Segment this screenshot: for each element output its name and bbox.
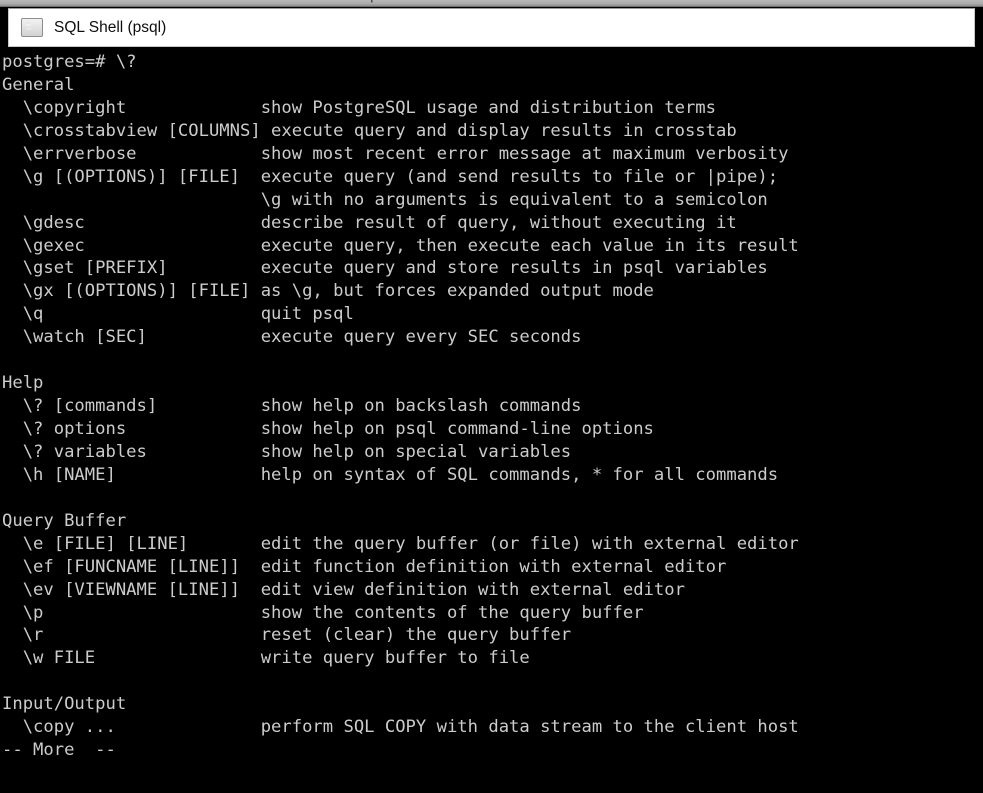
menu-item-tools[interactable]: Tools — [190, 0, 219, 3]
terminal-line: \e [FILE] [LINE] edit the query buffer (… — [2, 533, 799, 554]
terminal-line: Help — [2, 373, 44, 394]
menu-item-help[interactable]: Help — [352, 0, 377, 3]
menu-item-insert[interactable]: Insert — [48, 0, 79, 3]
terminal-line: \h [NAME] help on syntax of SQL commands… — [2, 464, 779, 485]
terminal-line: -- More -- — [2, 740, 116, 761]
terminal-line: \ef [FUNCNAME [LINE]] edit function defi… — [2, 556, 727, 577]
menu-item-extensions[interactable]: Extensions — [255, 0, 316, 3]
terminal-line: General — [2, 74, 75, 95]
terminal-line: \r reset (clear) the query buffer — [2, 625, 572, 646]
terminal-line: \watch [SEC] execute query every SEC sec… — [2, 327, 582, 348]
terminal-line: \p show the contents of the query buffer — [2, 602, 644, 623]
terminal-line: \errverbose show most recent error messa… — [2, 143, 789, 164]
menu-item-le[interactable]: le — [2, 0, 12, 3]
terminal-line: \g [(OPTIONS)] [FILE] execute query (and… — [2, 166, 779, 187]
terminal-line: \w FILE write query buffer to file — [2, 648, 530, 669]
terminal-line: \g with no arguments is equivalent to a … — [2, 189, 768, 210]
terminal-line: Input/Output — [2, 694, 127, 715]
window-titlebar[interactable]: SQL Shell (psql) — [8, 8, 975, 47]
terminal-line: \gx [(OPTIONS)] [FILE] as \g, but forces… — [2, 281, 654, 302]
terminal-line: \copy ... perform SQL COPY with data str… — [2, 717, 799, 738]
menu-item-format[interactable]: Format — [115, 0, 154, 3]
terminal-line: \? [commands] show help on backslash com… — [2, 396, 582, 417]
terminal-line: \gset [PREFIX] execute query and store r… — [2, 258, 768, 279]
console-window-icon — [21, 18, 43, 37]
terminal-line: postgres=# \? — [2, 52, 137, 72]
terminal-line: \copyright show PostgreSQL usage and dis… — [2, 97, 716, 118]
terminal-line: \ev [VIEWNAME [LINE]] edit view definiti… — [2, 579, 685, 600]
terminal-line: \q quit psql — [2, 304, 354, 325]
terminal-line: Query Buffer — [2, 510, 127, 531]
menubar-sliver[interactable]: le Insert Format Tools Extensions Help — [0, 0, 983, 7]
terminal-line: \? variables show help on special variab… — [2, 441, 572, 462]
terminal-line: \crosstabview [COLUMNS] execute query an… — [2, 120, 737, 141]
terminal-line: \? options show help on psql command-lin… — [2, 419, 654, 439]
terminal-output: postgres=# \? General \copyright show Pos… — [0, 51, 983, 762]
window-title: SQL Shell (psql) — [54, 18, 167, 36]
terminal-console[interactable]: postgres=# \? General \copyright show Pos… — [0, 48, 983, 793]
terminal-line: \gdesc describe result of query, without… — [2, 212, 737, 233]
terminal-line: \gexec execute query, then execute each … — [2, 235, 799, 256]
menubar-items: le Insert Format Tools Extensions Help — [2, 0, 413, 3]
